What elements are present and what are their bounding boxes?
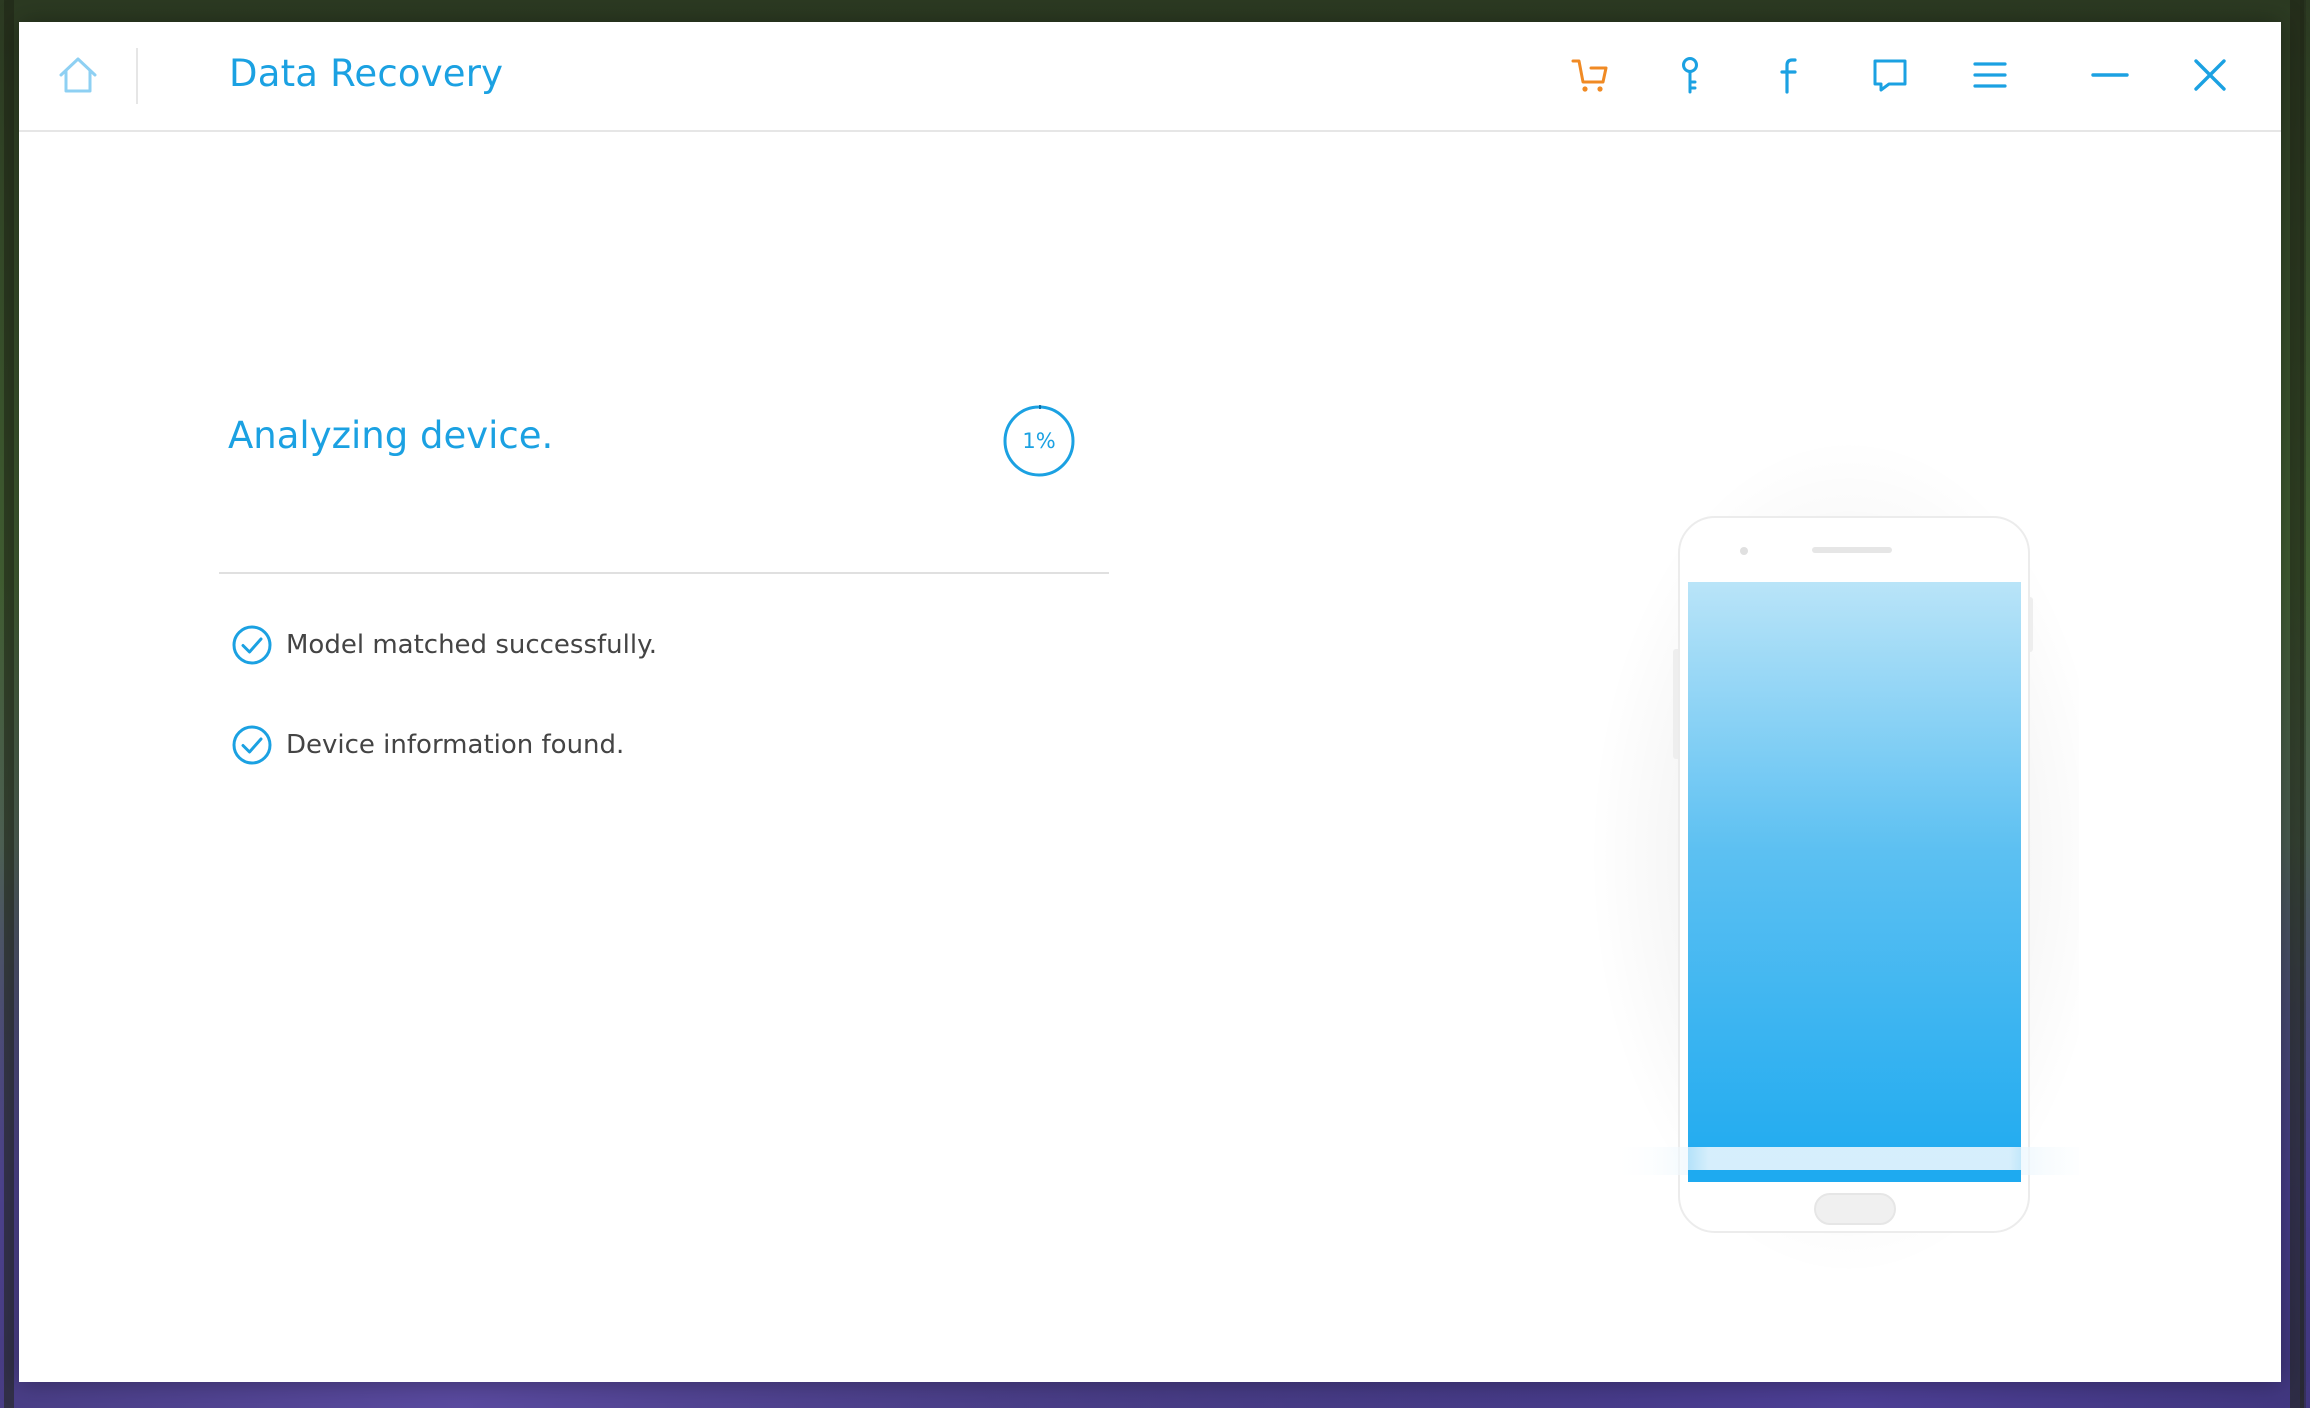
check-circle-icon: [232, 725, 272, 765]
step-label: Model matched successfully.: [286, 630, 658, 660]
facebook-button[interactable]: [1767, 52, 1813, 98]
home-icon: [59, 57, 97, 93]
register-button[interactable]: [1667, 52, 1713, 98]
key-icon: [1682, 57, 1698, 94]
title-divider: [136, 48, 138, 104]
check-circle-icon: [232, 625, 272, 665]
app-window: Data Recovery Analyzing device. 1% Model…: [19, 22, 2281, 1382]
facebook-icon: [1780, 58, 1797, 94]
main-content: Analyzing device. 1% Model matched succe…: [19, 132, 2281, 1382]
progress-ring: 1%: [1001, 403, 1077, 479]
home-button[interactable]: [55, 52, 101, 98]
status-title: Analyzing device.: [228, 414, 554, 457]
phone-illustration: [1579, 377, 2109, 1277]
app-title: Data Recovery: [229, 52, 504, 95]
feedback-icon: [1873, 59, 1907, 92]
section-divider: [219, 572, 1109, 574]
close-button[interactable]: [2187, 52, 2233, 98]
close-icon: [2194, 59, 2226, 91]
feedback-button[interactable]: [1867, 52, 1913, 98]
progress-percent: 1%: [1022, 429, 1056, 453]
step-label: Device information found.: [286, 730, 625, 760]
menu-icon: [1973, 62, 2007, 88]
minimize-button[interactable]: [2087, 52, 2133, 98]
cart-button[interactable]: [1567, 52, 1613, 98]
title-bar: Data Recovery: [19, 22, 2281, 132]
cart-icon: [1571, 59, 1608, 92]
minimize-icon: [2091, 73, 2129, 77]
menu-button[interactable]: [1967, 52, 2013, 98]
